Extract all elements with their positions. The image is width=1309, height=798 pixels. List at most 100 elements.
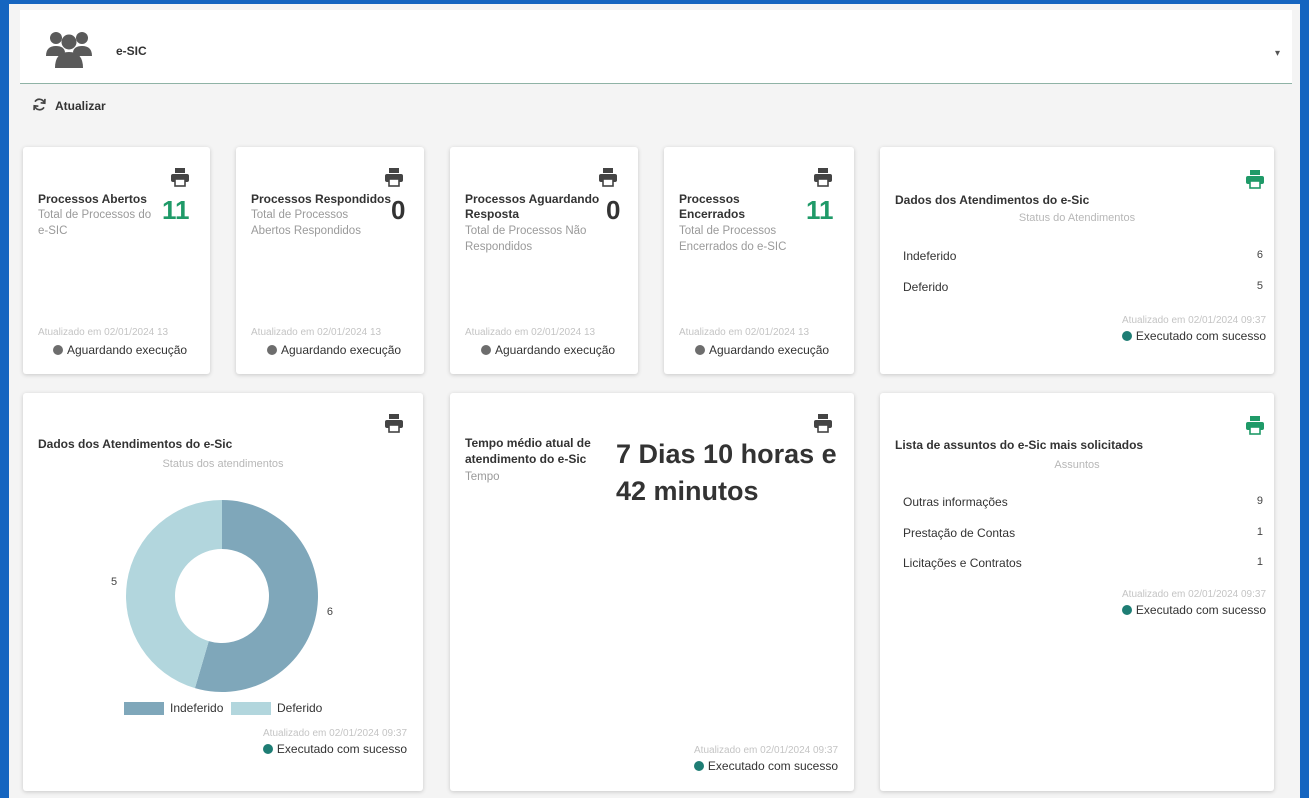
card-subtitle: Total de Processos do e-SIC: [38, 209, 152, 237]
status-text: Aguardando execução: [709, 343, 830, 357]
status-badge: Executado com sucesso: [262, 742, 407, 756]
status-badge: Aguardando execução: [695, 343, 829, 357]
status-text: Aguardando execução: [495, 343, 616, 357]
page-header: e-SIC ▾: [20, 10, 1292, 84]
updated-at: Atualizado em 02/01/2024 09:37: [1122, 589, 1266, 600]
row-label: Deferido: [903, 280, 949, 294]
status-text: Aguardando execução: [281, 343, 402, 357]
average-time-value-line2: 42 minutos: [616, 476, 759, 506]
legend-item-indeferido[interactable]: Indeferido: [124, 701, 223, 715]
legend-label: Indeferido: [170, 701, 224, 715]
print-icon[interactable]: [384, 167, 404, 192]
row-label: Licitações e Contratos: [903, 556, 1022, 570]
kpi-value: 11: [162, 195, 190, 225]
status-dot-icon: [53, 345, 63, 355]
chevron-down-icon[interactable]: ▾: [1275, 48, 1280, 59]
list-item: Indeferido 6: [903, 249, 1263, 263]
status-chart-card: Dados dos Atendimentos do e-Sic Status d…: [23, 393, 423, 791]
updated-at: Atualizado em 02/01/2024 13: [251, 327, 382, 338]
list-item: Deferido 5: [903, 280, 1263, 294]
status-text: Aguardando execução: [67, 343, 188, 357]
status-text: Executado com sucesso: [707, 759, 838, 773]
average-time-card: Tempo médio atual de atendimento do e-Si…: [450, 393, 854, 791]
status-text: Executado com sucesso: [1135, 603, 1266, 617]
updated-at: Atualizado em 02/01/2024 13: [38, 327, 169, 338]
status-dot-icon: [695, 345, 705, 355]
kpi-value: 11: [806, 195, 834, 225]
row-label: Indeferido: [903, 249, 957, 263]
card-title: Processos Aguardando Resposta: [465, 192, 600, 221]
row-label: Outras informações: [903, 495, 1008, 509]
legend-label: Deferido: [277, 701, 323, 715]
print-icon[interactable]: [384, 413, 404, 438]
card-subtitle: Status do Atendimentos: [1018, 212, 1136, 224]
kpi-card-processos-aguardando: Processos Aguardando Resposta Total de P…: [450, 147, 638, 374]
card-title: Processos Abertos: [38, 192, 147, 206]
card-title: Processos Encerrados: [679, 192, 746, 221]
status-badge: Aguardando execução: [53, 343, 187, 357]
row-value: 1: [1256, 556, 1263, 568]
kpi-card-processos-abertos: Processos Abertos Total de Processos do …: [23, 147, 210, 374]
status-badge: Aguardando execução: [481, 343, 615, 357]
average-time-value-line1: 7 Dias 10 horas e: [616, 439, 837, 469]
list-item: Licitações e Contratos 1: [903, 556, 1263, 570]
list-item: Outras informações 9: [903, 495, 1263, 509]
card-subtitle: Assuntos: [1054, 459, 1100, 471]
row-value: 5: [1256, 280, 1263, 292]
card-subtitle: Total de Processos Abertos Respondidos: [251, 209, 361, 237]
users-group-icon: [44, 28, 94, 75]
slice-value-label: 6: [327, 606, 333, 618]
status-badge: Executado com sucesso: [1121, 603, 1266, 617]
subjects-card: Lista de assuntos do e-Sic mais solicita…: [880, 393, 1274, 791]
card-subtitle: Total de Processos Não Respondidos: [465, 225, 587, 253]
card-title: Processos Respondidos: [251, 192, 392, 206]
status-badge: Executado com sucesso: [693, 759, 838, 773]
kpi-value: 0: [391, 195, 406, 225]
status-badge: Executado com sucesso: [1121, 329, 1266, 343]
kpi-card-processos-encerrados: Processos Encerrados Total de Processos …: [664, 147, 854, 374]
print-icon[interactable]: [813, 413, 833, 438]
card-subtitle: Tempo: [465, 471, 500, 483]
kpi-value: 0: [606, 195, 621, 225]
chart-title: Dados dos Atendimentos do e-Sic: [38, 437, 233, 451]
row-label: Prestação de Contas: [903, 526, 1016, 540]
status-dot-icon: [1121, 605, 1132, 615]
print-icon[interactable]: [598, 167, 618, 192]
print-icon[interactable]: [170, 167, 190, 192]
slice-value-label: 5: [111, 576, 117, 588]
updated-at: Atualizado em 02/01/2024 09:37: [1122, 315, 1266, 326]
list-item: Prestação de Contas 1: [903, 526, 1263, 540]
card-title: Dados dos Atendimentos do e-Sic: [895, 193, 1090, 207]
status-summary-card: Dados dos Atendimentos do e-Sic Status d…: [880, 147, 1274, 374]
status-dot-icon: [481, 345, 491, 355]
print-icon[interactable]: [1245, 169, 1265, 194]
status-dot-icon: [1121, 331, 1132, 341]
status-text: Executado com sucesso: [1135, 329, 1266, 343]
chart-subtitle: Status dos atendimentos: [162, 458, 284, 470]
print-icon[interactable]: [813, 167, 833, 192]
updated-at: Atualizado em 02/01/2024 13: [679, 327, 810, 338]
row-value: 1: [1256, 526, 1263, 538]
row-value: 9: [1256, 495, 1263, 507]
refresh-icon: [32, 97, 47, 115]
legend-item-deferido[interactable]: Deferido: [231, 701, 322, 715]
status-text: Executado com sucesso: [276, 742, 407, 756]
app-title: e-SIC: [116, 44, 147, 58]
updated-at: Atualizado em 02/01/2024 09:37: [694, 745, 838, 756]
row-value: 6: [1256, 249, 1263, 261]
refresh-label: Atualizar: [55, 99, 106, 113]
kpi-card-processos-respondidos: Processos Respondidos Total de Processos…: [236, 147, 424, 374]
print-icon[interactable]: [1245, 415, 1265, 440]
updated-at: Atualizado em 02/01/2024 09:37: [263, 728, 407, 739]
legend-swatch: [124, 701, 164, 715]
card-title: Tempo médio atual de atendimento do e-Si…: [465, 436, 591, 466]
card-title: Lista de assuntos do e-Sic mais solicita…: [895, 438, 1144, 452]
updated-at: Atualizado em 02/01/2024 13: [465, 327, 596, 338]
donut-chart: 65: [111, 500, 333, 692]
legend-swatch: [231, 701, 271, 715]
status-dot-icon: [262, 744, 273, 754]
status-badge: Aguardando execução: [267, 343, 401, 357]
status-dot-icon: [267, 345, 277, 355]
refresh-button[interactable]: Atualizar: [32, 97, 106, 115]
card-subtitle: Total de Processos Encerrados do e-SIC: [679, 225, 787, 253]
